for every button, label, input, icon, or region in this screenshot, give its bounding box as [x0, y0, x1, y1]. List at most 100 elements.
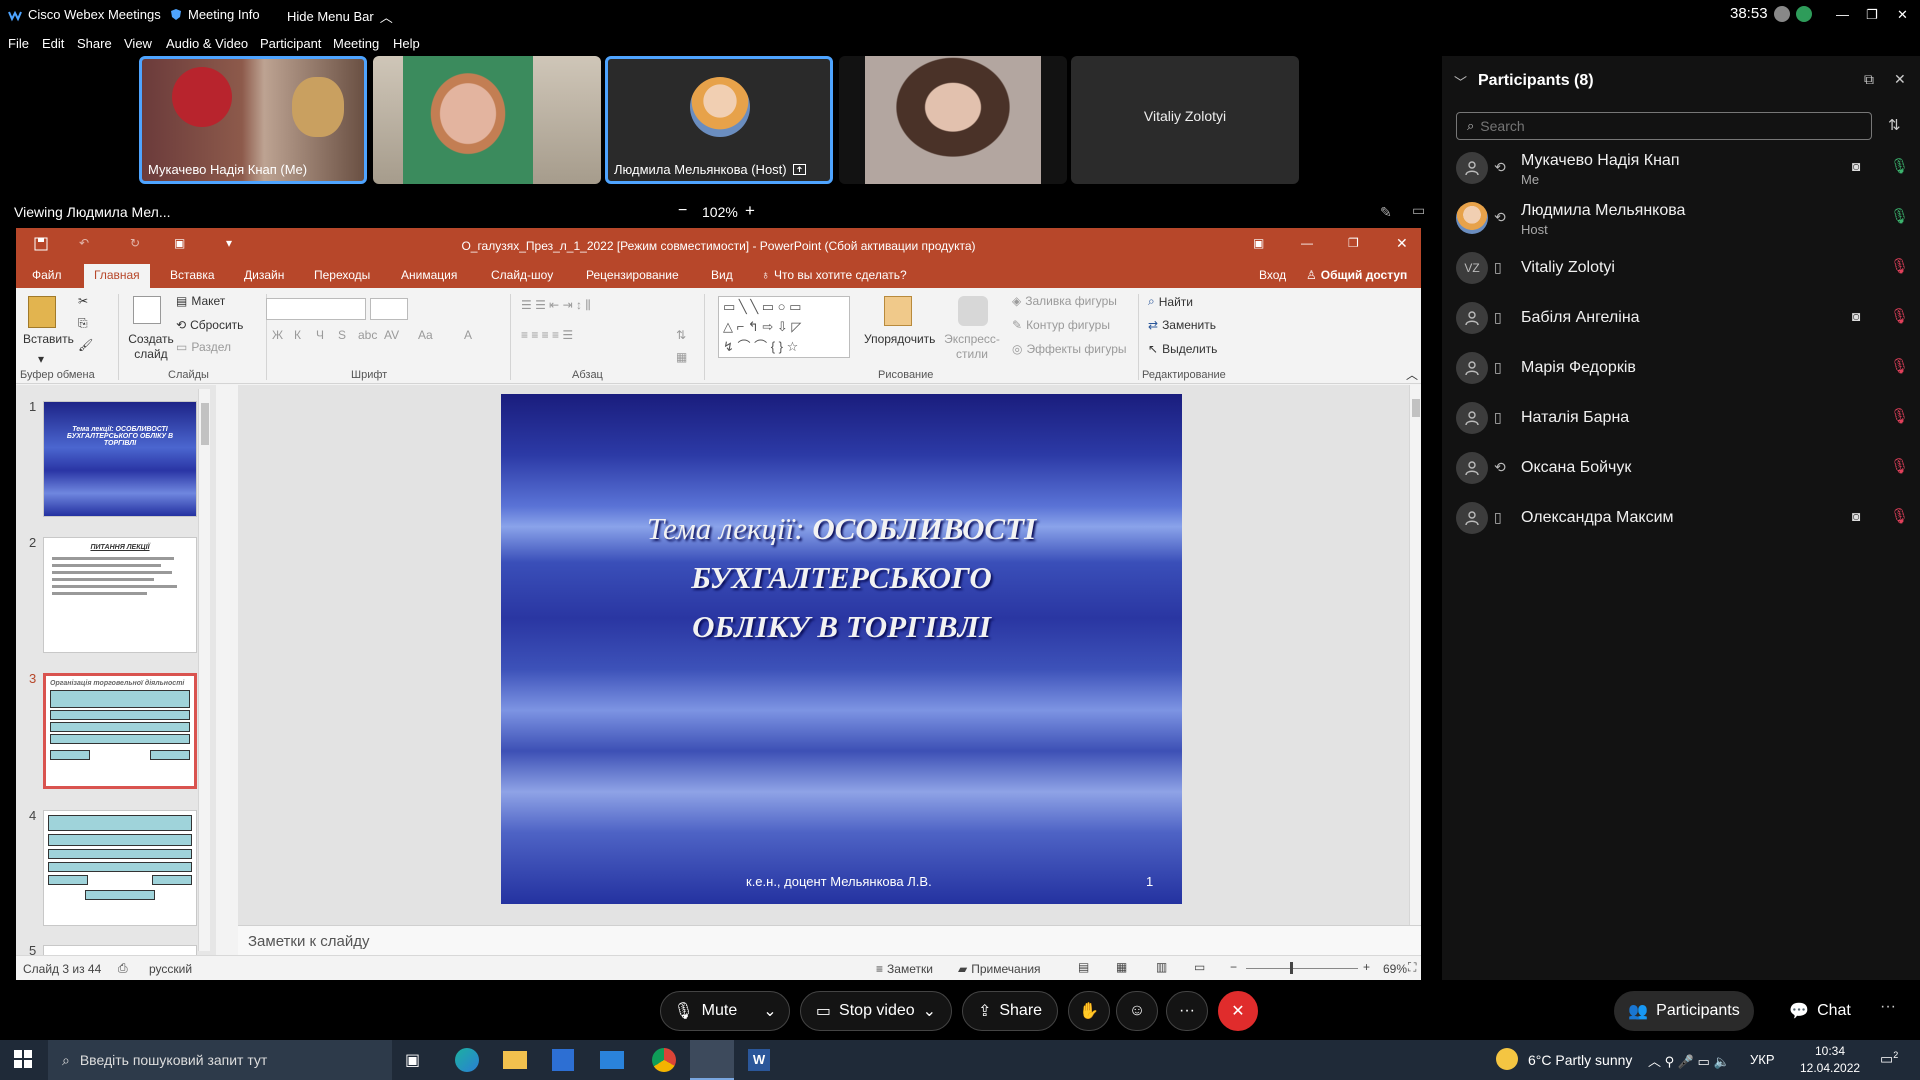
arrange-icon[interactable]: [884, 296, 912, 326]
tray-icons[interactable]: ︿ ⚲ 🎤 ▭ 🔈: [1648, 1051, 1730, 1070]
participant-row[interactable]: ⟲ Мукачево Надія Кнап Me ◙ 🎙: [1456, 144, 1910, 192]
notes-toggle[interactable]: ≡ Заметки: [876, 962, 933, 976]
slide-thumbnail-3-selected[interactable]: Організація торговельної діяльності: [43, 673, 197, 789]
minimize-window-button[interactable]: —: [1836, 7, 1849, 22]
fit-slide-icon[interactable]: ⛶: [1408, 960, 1416, 975]
video-tile-participant[interactable]: [839, 56, 1067, 184]
participant-search-input[interactable]: [1480, 118, 1861, 134]
tab-home[interactable]: Главная: [84, 264, 150, 288]
sort-icon[interactable]: ⇅: [1888, 116, 1901, 134]
mic-muted-icon[interactable]: 🎙: [1890, 257, 1909, 275]
new-slide-icon[interactable]: [133, 296, 161, 324]
menu-view[interactable]: View: [124, 36, 152, 51]
layout-button[interactable]: ▤ Макет: [176, 294, 225, 308]
smartart-icon[interactable]: ▦: [676, 350, 687, 364]
shape-outline-button[interactable]: ✎ Контур фигуры: [1012, 318, 1110, 332]
slide-thumbnail-4[interactable]: [43, 810, 197, 926]
tab-insert[interactable]: Вставка: [170, 268, 215, 282]
stop-video-button[interactable]: ▭ Stop video ⌄: [800, 991, 952, 1031]
windows-start-icon[interactable]: [14, 1050, 32, 1068]
file-explorer-icon[interactable]: [503, 1051, 527, 1069]
shape-fill-button[interactable]: ◈ Заливка фигуры: [1012, 294, 1117, 308]
menu-edit[interactable]: Edit: [42, 36, 64, 51]
notification-icon[interactable]: ▭2: [1880, 1050, 1898, 1068]
menu-meeting[interactable]: Meeting: [333, 36, 379, 51]
quick-styles-icon[interactable]: [958, 296, 988, 326]
slideshow-view-icon[interactable]: ▭: [1194, 960, 1205, 974]
select-button[interactable]: ↖ Выделить: [1148, 342, 1217, 356]
menu-audio-video[interactable]: Audio & Video: [166, 36, 248, 51]
close-window-button[interactable]: ✕: [1897, 7, 1908, 23]
mic-muted-icon[interactable]: 🎙: [1890, 457, 1909, 475]
close-panel-icon[interactable]: ✕: [1894, 71, 1906, 88]
webex-taskbar-icon[interactable]: [690, 1040, 734, 1080]
bullets-icon[interactable]: ☰ ☰ ⇤ ⇥ ↕ ⫼: [521, 298, 591, 313]
reset-button[interactable]: ⟲ Сбросить: [176, 318, 243, 332]
reading-view-icon[interactable]: ▥: [1156, 960, 1167, 974]
change-case-button[interactable]: Aa: [418, 328, 433, 342]
shape-effects-button[interactable]: ◎ Эффекты фигуры: [1012, 342, 1127, 356]
cut-icon[interactable]: ✂: [78, 294, 88, 308]
participant-row[interactable]: ▯ Марія Федорків 🎙: [1456, 344, 1910, 392]
mute-button[interactable]: 🎙 Mute ⌄: [660, 991, 790, 1031]
collapse-chevron-icon[interactable]: ﹀: [1454, 72, 1467, 91]
edge-icon[interactable]: [455, 1048, 479, 1072]
participant-row[interactable]: ▯ Бабіля Ангеліна ◙ 🎙: [1456, 294, 1910, 342]
slide-thumbnail-2[interactable]: ПИТАННЯ ЛЕКЦІЇ: [43, 537, 197, 653]
tell-me-box[interactable]: ♁ Что вы хотите сделать?: [761, 268, 907, 282]
zoom-out-button[interactable]: −: [678, 202, 687, 220]
section-button[interactable]: ▭ Раздел: [176, 340, 231, 354]
mic-muted-icon[interactable]: 🎙: [1890, 307, 1909, 325]
chat-toggle-button[interactable]: 💬 Chat: [1770, 991, 1870, 1031]
tab-review[interactable]: Рецензирование: [586, 268, 679, 282]
signin-link[interactable]: Вход: [1259, 268, 1286, 282]
normal-view-icon[interactable]: ▤: [1078, 960, 1089, 974]
bold-button[interactable]: Ж: [272, 328, 283, 342]
find-button[interactable]: ⌕ Найти: [1148, 294, 1193, 309]
format-painter-icon[interactable]: 🖌: [78, 338, 93, 352]
tab-transitions[interactable]: Переходы: [314, 268, 370, 282]
italic-button[interactable]: К: [294, 328, 301, 342]
paste-icon[interactable]: [28, 296, 56, 328]
font-family-input[interactable]: [266, 298, 366, 320]
zoom-in-icon[interactable]: +: [1363, 960, 1370, 974]
tab-animations[interactable]: Анимация: [401, 268, 457, 282]
mic-muted-icon[interactable]: 🎙: [1890, 507, 1909, 525]
ribbon-display-icon[interactable]: ▣: [1253, 236, 1264, 250]
participant-row[interactable]: ⟲ Людмила Мельянкова Host 🎙: [1456, 194, 1910, 242]
tab-design[interactable]: Дизайн: [244, 268, 284, 282]
align-icons[interactable]: ≡ ≡ ≡ ≡ ☰: [521, 328, 573, 342]
arrange-button[interactable]: Упорядочить: [864, 332, 935, 346]
notes-pane[interactable]: Заметки к слайду: [238, 925, 1421, 955]
sorter-view-icon[interactable]: ▦: [1116, 960, 1127, 974]
screen-icon[interactable]: ▭: [1412, 202, 1425, 219]
ppt-close-button[interactable]: ✕: [1396, 235, 1408, 252]
strikethrough-button[interactable]: abc: [358, 328, 377, 342]
char-spacing-button[interactable]: AV: [384, 328, 399, 342]
zoom-out-icon[interactable]: −: [1230, 960, 1237, 974]
panel-more-icon[interactable]: ···: [1880, 998, 1896, 1016]
video-tile-me[interactable]: Мукачево Надія Кнап (Me): [139, 56, 367, 184]
slide-thumbnail-1[interactable]: Тема лекції: ОСОБЛИВОСТІ БУХГАЛТЕРСЬКОГО…: [43, 401, 197, 517]
share-content-button[interactable]: ⇪ Share: [962, 991, 1058, 1031]
tab-slideshow[interactable]: Слайд-шоу: [491, 268, 553, 282]
popout-icon[interactable]: ⧉: [1864, 71, 1874, 88]
taskbar-clock[interactable]: 10:34 12.04.2022: [1800, 1043, 1860, 1077]
video-tile-participant[interactable]: [373, 56, 601, 184]
restore-window-button[interactable]: ❐: [1866, 7, 1878, 23]
collapse-ribbon-icon[interactable]: ︿: [1406, 366, 1418, 383]
hide-menu-bar-button[interactable]: Hide Menu Bar ︿: [287, 7, 393, 26]
participant-row[interactable]: VZ ▯ Vitaliy Zolotyi 🎙: [1456, 244, 1910, 292]
menu-participant[interactable]: Participant: [260, 36, 321, 51]
underline-button[interactable]: Ч: [316, 328, 324, 342]
taskbar-search-box[interactable]: ⌕ Введіть пошуковий запит тут: [48, 1040, 392, 1080]
weather-text[interactable]: 6°C Partly sunny: [1528, 1052, 1632, 1068]
leave-meeting-button[interactable]: ✕: [1218, 991, 1258, 1031]
zoom-slider[interactable]: [1246, 962, 1358, 974]
ppt-restore-button[interactable]: ❐: [1348, 236, 1359, 250]
shadow-button[interactable]: S: [338, 328, 346, 342]
video-tile-host[interactable]: Людмила Мельянкова (Host): [605, 56, 833, 184]
raise-hand-button[interactable]: ✋: [1068, 991, 1110, 1031]
mic-icon[interactable]: 🎙: [1890, 207, 1909, 225]
tab-view[interactable]: Вид: [711, 268, 733, 282]
